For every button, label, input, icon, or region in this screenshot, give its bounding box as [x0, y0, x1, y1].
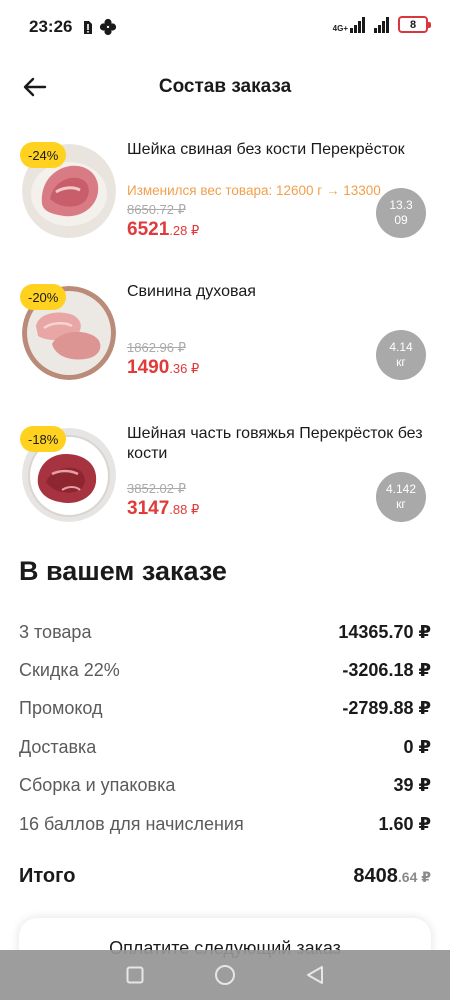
header: Состав заказа [0, 62, 450, 112]
summary-value: 14365.70 ₽ [338, 621, 431, 642]
summary-label: 3 товара [19, 621, 92, 642]
quantity-value: 4.142 [385, 482, 417, 496]
product-name: Шейка свиная без кости Перекрёсток [127, 141, 405, 158]
total-rubles: 8408 [353, 864, 398, 887]
price-rubles: 6521 [127, 219, 170, 240]
summary-row-delivery: Доставка 0 ₽ [19, 735, 431, 759]
summary-value: 1.60 ₽ [378, 813, 431, 834]
price-kopecks: .28 ₽ [169, 223, 200, 238]
old-price: 8650.72 ₽ [127, 202, 186, 217]
summary-value: -2789.88 ₽ [342, 697, 431, 718]
product-item[interactable]: -18% Шейная часть говяжья Перекрёсток бе… [0, 424, 450, 544]
quantity-unit: кг [396, 355, 406, 369]
current-price: 6521.28 ₽ [127, 219, 199, 241]
price-kopecks: .36 ₽ [169, 361, 200, 376]
quantity-badge: 13.3 09 [376, 188, 426, 238]
product-item[interactable]: -24% Шейка свиная без кости Перекрёсток … [0, 140, 450, 260]
summary-value: -3206.18 ₽ [342, 659, 431, 680]
summary-row-discount: Скидка 22% -3206.18 ₽ [19, 658, 431, 682]
price-kopecks: .88 ₽ [169, 502, 200, 517]
total-label: Итого [19, 864, 76, 887]
home-button[interactable] [205, 955, 245, 995]
old-price: 1862.96 ₽ [127, 340, 186, 355]
battery-level: 8 [409, 18, 417, 31]
total-kopecks: .64 [397, 868, 418, 885]
summary-label: Промокод [19, 697, 103, 718]
clover-app-icon [99, 18, 117, 36]
price-rubles: 1490 [127, 357, 170, 378]
status-bar: 23:26 4G+ 8 [0, 0, 450, 56]
quantity-value: 4.14 [389, 340, 413, 354]
discount-badge: -24% [20, 142, 67, 168]
quantity-badge: 4.14 кг [376, 330, 426, 380]
network-type-label: 4G+ [332, 23, 348, 33]
cellular-signal-1: 4G+ [332, 16, 366, 33]
product-name: Шейная часть говяжья Перекрёсток без кос… [127, 425, 423, 462]
summary-row-promocode: Промокод -2789.88 ₽ [19, 696, 431, 720]
discount-badge: -20% [20, 284, 67, 310]
summary-value: 39 ₽ [393, 774, 431, 795]
summary-label: Доставка [19, 736, 97, 757]
quantity-unit: кг [396, 497, 406, 511]
summary-row-items: 3 товара 14365.70 ₽ [19, 620, 431, 644]
signal-bars-icon-sim2 [374, 16, 389, 33]
summary-label: 16 баллов для начисления [19, 813, 244, 834]
total-currency: ₽ [417, 868, 431, 885]
product-item[interactable]: -20% Свинина духовая 1862.96 ₽ 1490.36 ₽… [0, 282, 450, 402]
system-navigation-bar [0, 950, 450, 1000]
summary-row-bonus-points: 16 баллов для начисления 1.60 ₽ [19, 812, 431, 836]
weight-change-notice: Изменился вес товара: 12600 г → 13300 [127, 183, 381, 198]
discount-badge: -18% [20, 426, 67, 452]
summary-total-row: Итого 8408.64 ₽ [19, 862, 431, 890]
signal-bars-icon [350, 16, 365, 33]
summary-value: 0 ₽ [403, 736, 431, 757]
status-time: 23:26 [29, 17, 73, 36]
status-notification-icons [83, 18, 117, 36]
summary-row-packing: Сборка и упаковка 39 ₽ [19, 773, 431, 797]
triangle-back-icon [307, 966, 323, 984]
square-icon [126, 966, 144, 984]
back-system-button[interactable] [295, 955, 335, 995]
circle-icon [215, 965, 235, 985]
summary-label: Сборка и упаковка [19, 774, 176, 795]
page-title: Состав заказа [158, 76, 292, 97]
old-price: 3852.02 ₽ [127, 481, 186, 496]
summary-label: Скидка 22% [19, 659, 120, 680]
price-rubles: 3147 [127, 498, 170, 519]
recents-button[interactable] [115, 955, 155, 995]
current-price: 1490.36 ₽ [127, 357, 199, 379]
sim-alert-icon [84, 21, 92, 34]
quantity-value: 13.3 [389, 198, 413, 212]
status-system-icons: 4G+ 8 [332, 16, 431, 33]
quantity-badge: 4.142 кг [376, 472, 426, 522]
current-price: 3147.88 ₽ [127, 498, 199, 520]
total-value: 8408.64 ₽ [353, 865, 431, 888]
summary-title: В вашем заказе [19, 556, 227, 586]
product-name: Свинина духовая [127, 283, 256, 300]
battery-icon: 8 [398, 16, 431, 33]
quantity-unit: 09 [394, 213, 408, 227]
